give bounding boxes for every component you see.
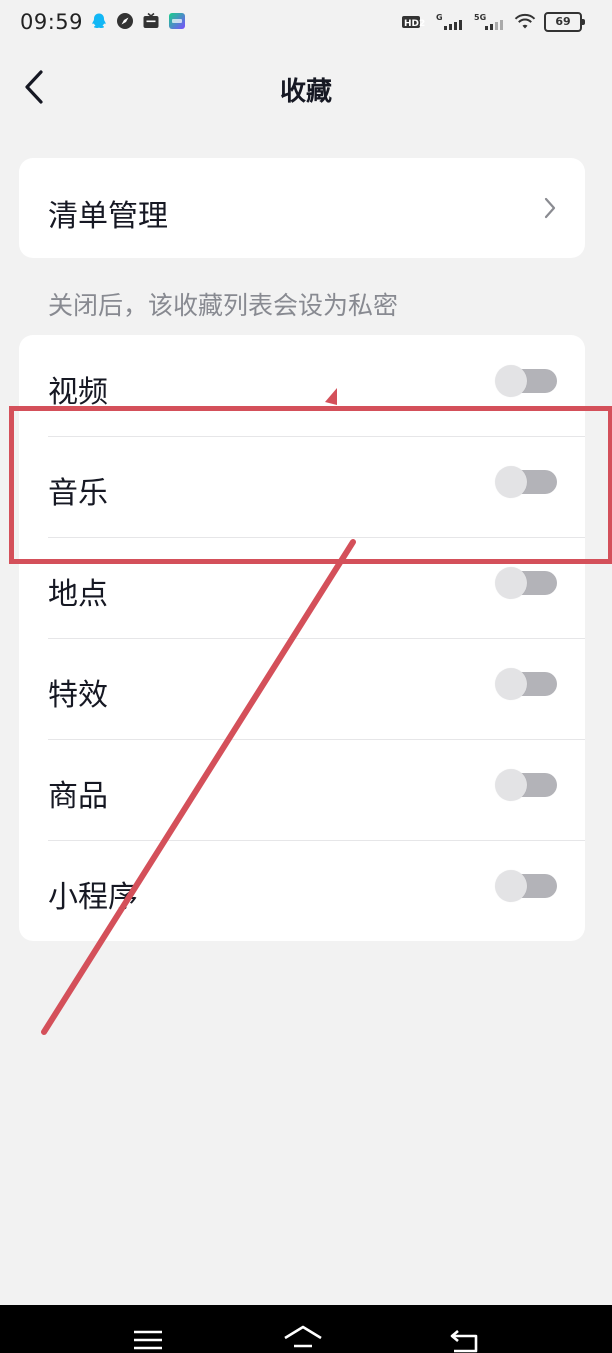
row-divider [48, 537, 585, 538]
toggle-label: 地点 [48, 577, 108, 612]
status-bar: 09:59 HD2 G 5G 69 [0, 0, 612, 50]
signal-icon: G [436, 13, 462, 30]
privacy-hint: 关闭后，该收藏列表会设为私密 [48, 291, 399, 320]
video-switch[interactable] [495, 365, 557, 397]
row-divider [48, 840, 585, 841]
compass-icon [117, 13, 133, 29]
battery-icon: 69 [544, 12, 585, 32]
list-manage-label: 清单管理 [48, 199, 168, 234]
list-manage-card: 清单管理 [19, 158, 585, 258]
switch-knob [495, 567, 527, 599]
title-bar: 收藏 [0, 55, 612, 119]
status-right-icons: HD2 G 5G 69 [402, 12, 585, 32]
row-divider [48, 739, 585, 740]
tv-icon [143, 12, 159, 28]
row-divider [48, 436, 585, 437]
mini-programs-switch[interactable] [495, 870, 557, 902]
system-navigation-bar [0, 1305, 612, 1353]
toggle-row-location: 地点 [19, 537, 585, 638]
toggle-label: 小程序 [48, 880, 138, 915]
toggle-label: 特效 [48, 678, 108, 713]
effects-switch[interactable] [495, 668, 557, 700]
switch-knob [495, 769, 527, 801]
hd-icon: HD2 [402, 16, 425, 29]
category-toggles-card: 视频 音乐 地点 特效 商品 小程序 [19, 335, 585, 941]
toggle-row-effects: 特效 [19, 638, 585, 739]
toggle-label: 视频 [48, 375, 108, 410]
home-icon[interactable] [283, 1323, 323, 1353]
toggle-label: 商品 [48, 779, 108, 814]
menu-icon[interactable] [128, 1323, 168, 1353]
switch-knob [495, 365, 527, 397]
switch-knob [495, 668, 527, 700]
row-divider [48, 638, 585, 639]
app-icon [169, 13, 185, 29]
wifi-icon [514, 13, 536, 29]
status-left-icons [90, 12, 186, 30]
switch-knob [495, 466, 527, 498]
back-icon[interactable] [446, 1323, 486, 1353]
qq-icon [92, 13, 106, 28]
toggle-row-products: 商品 [19, 739, 585, 840]
products-switch[interactable] [495, 769, 557, 801]
toggle-row-music: 音乐 [19, 436, 585, 537]
toggle-row-mini-programs: 小程序 [19, 840, 585, 941]
collection-settings-screen: 09:59 HD2 G 5G 69 收藏 清单管理 关闭后，该收藏列表会设为私密… [0, 0, 612, 1353]
toggle-row-video: 视频 [19, 335, 585, 436]
hd-label: HD2 [404, 19, 425, 29]
list-manage-row[interactable]: 清单管理 [19, 158, 585, 258]
signal-5g-icon: 5G [474, 13, 503, 30]
chevron-right-icon [544, 197, 556, 219]
music-switch[interactable] [495, 466, 557, 498]
status-time: 09:59 [20, 10, 84, 34]
page-title: 收藏 [279, 77, 332, 107]
5g-label: 5G [474, 13, 486, 22]
location-switch[interactable] [495, 567, 557, 599]
switch-knob [495, 870, 527, 902]
toggle-label: 音乐 [48, 476, 108, 511]
g-label: G [436, 13, 443, 22]
